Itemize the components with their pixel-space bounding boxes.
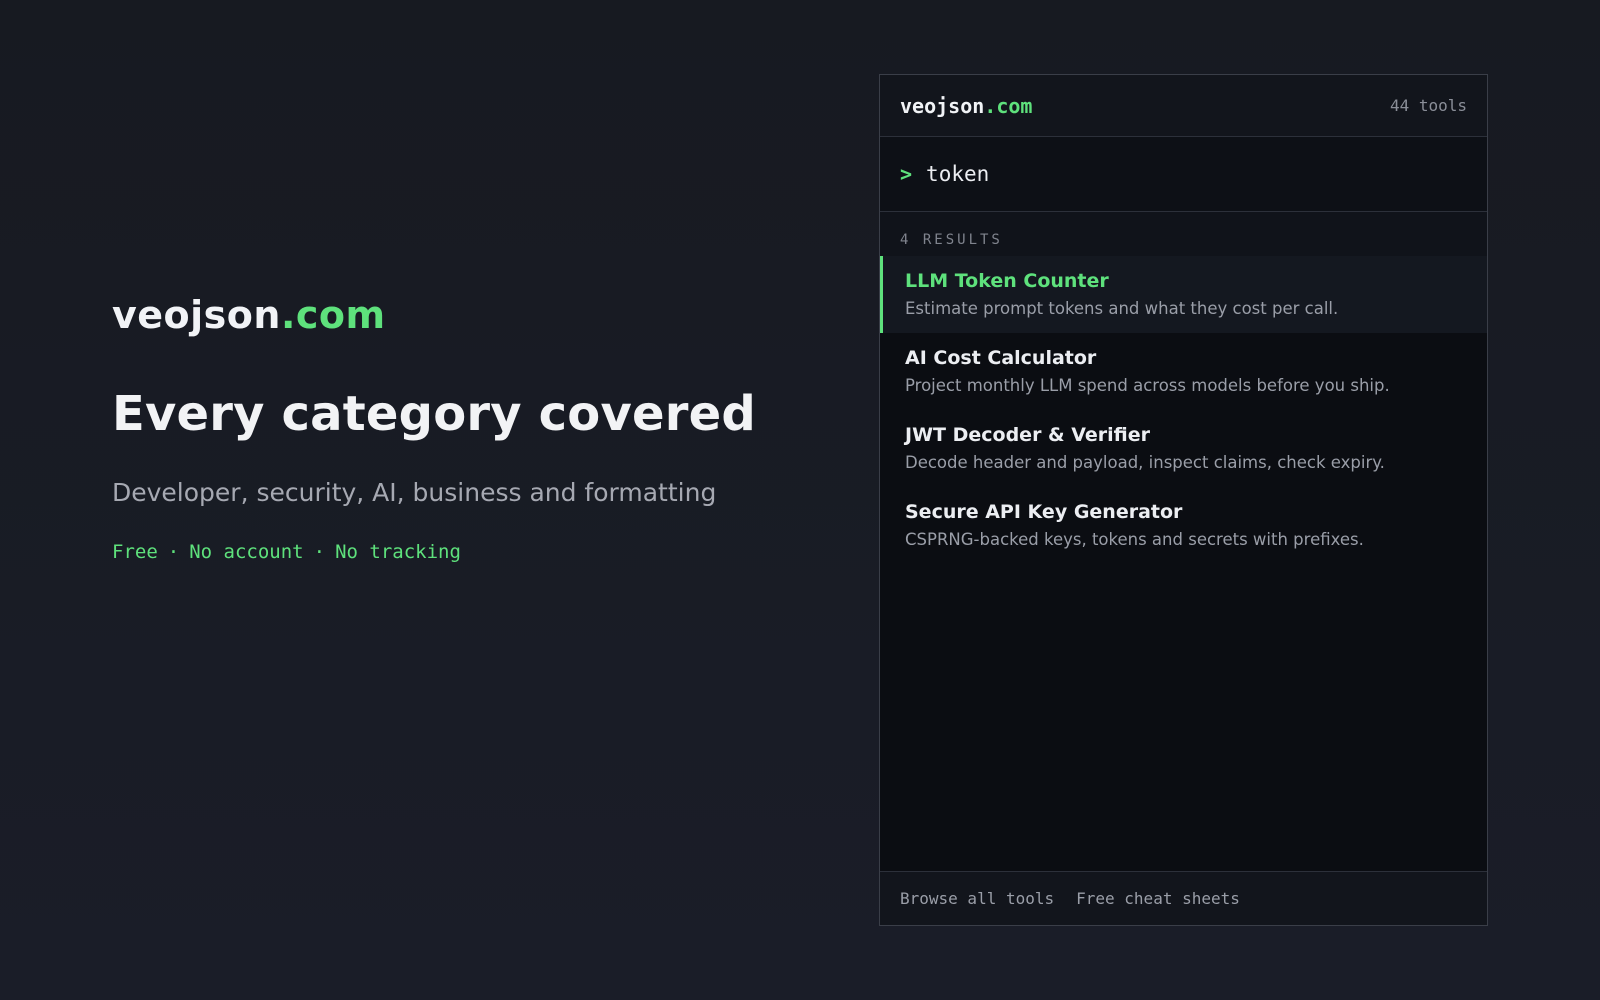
panel-footer: Browse all tools Free cheat sheets bbox=[880, 871, 1487, 925]
result-item-jwt-decoder[interactable]: JWT Decoder & Verifier Decode header and… bbox=[880, 410, 1487, 487]
result-item-api-key-generator[interactable]: Secure API Key Generator CSPRNG-backed k… bbox=[880, 487, 1487, 564]
tagline-no-tracking: No tracking bbox=[335, 541, 461, 563]
result-description: CSPRNG-backed keys, tokens and secrets w… bbox=[905, 530, 1364, 549]
browse-all-tools-link[interactable]: Browse all tools bbox=[900, 889, 1054, 908]
results-count-label: 4 RESULTS bbox=[880, 212, 1487, 256]
search-input[interactable] bbox=[926, 154, 1467, 194]
tagline-no-account: No account bbox=[189, 541, 304, 563]
result-description: Project monthly LLM spend across models … bbox=[905, 376, 1390, 395]
result-description: Decode header and payload, inspect claim… bbox=[905, 453, 1385, 472]
panel-brand-tld: .com bbox=[984, 93, 1033, 118]
tagline-free: Free bbox=[112, 541, 158, 563]
panel-brand[interactable]: veojson.com bbox=[900, 94, 1032, 118]
result-description: Estimate prompt tokens and what they cos… bbox=[905, 299, 1339, 318]
free-cheat-sheets-link[interactable]: Free cheat sheets bbox=[1076, 889, 1240, 908]
hero-headline: Every category covered bbox=[112, 386, 756, 442]
tool-search-panel: veojson.com 44 tools > 4 RESULTS LLM Tok… bbox=[879, 74, 1488, 926]
result-title: LLM Token Counter bbox=[905, 270, 1109, 292]
result-item-llm-token-counter[interactable]: LLM Token Counter Estimate prompt tokens… bbox=[880, 256, 1487, 333]
result-title: AI Cost Calculator bbox=[905, 347, 1097, 369]
hero-subhead: Developer, security, AI, business and fo… bbox=[112, 478, 717, 507]
prompt-chevron-icon: > bbox=[900, 162, 913, 186]
result-title: Secure API Key Generator bbox=[905, 501, 1183, 523]
hero-tagline: Free · No account · No tracking bbox=[112, 538, 812, 566]
search-row: > bbox=[880, 137, 1487, 212]
hero-section: veojson.com Every category covered Devel… bbox=[112, 290, 812, 566]
brand-name: veojson bbox=[112, 293, 281, 337]
tagline-separator: · bbox=[313, 541, 326, 563]
brand-tld: .com bbox=[280, 293, 386, 337]
result-title: JWT Decoder & Verifier bbox=[905, 424, 1151, 446]
tagline-separator: · bbox=[167, 541, 180, 563]
tool-count: 44 tools bbox=[1389, 96, 1467, 115]
panel-brand-name: veojson bbox=[900, 93, 985, 118]
results-list: LLM Token Counter Estimate prompt tokens… bbox=[880, 256, 1487, 871]
panel-header: veojson.com 44 tools bbox=[880, 75, 1487, 137]
brand-logo: veojson.com bbox=[112, 290, 812, 340]
result-item-ai-cost-calculator[interactable]: AI Cost Calculator Project monthly LLM s… bbox=[880, 333, 1487, 410]
